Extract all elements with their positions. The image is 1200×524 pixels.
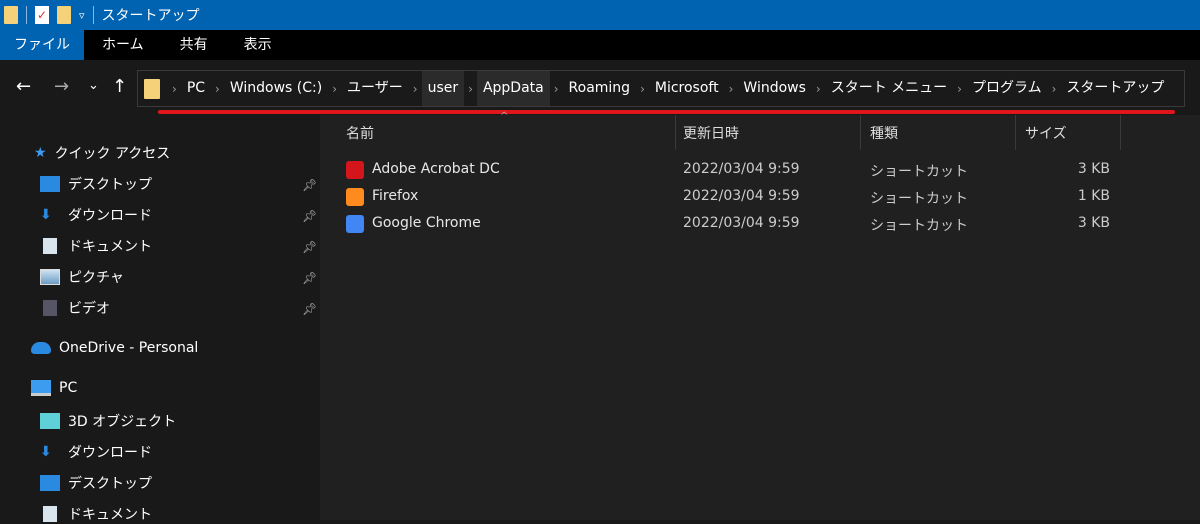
chevron-right-icon[interactable]: ›	[1048, 82, 1061, 96]
chevron-right-icon[interactable]: ›	[328, 82, 341, 96]
chevron-right-icon[interactable]: ›	[953, 82, 966, 96]
back-button[interactable]: ←	[16, 76, 31, 97]
file-size: 1 KB	[1077, 188, 1110, 204]
breadcrumb-user[interactable]: user	[421, 71, 465, 106]
chrome-icon	[346, 215, 364, 233]
breadcrumb-users[interactable]: ユーザー	[341, 71, 409, 106]
address-bar[interactable]: › PC › Windows (C:) › ユーザー › user › AppData ›…	[137, 70, 1185, 107]
sidebar-item-desktop[interactable]: デスクトップ	[40, 174, 152, 194]
pin-icon[interactable]: 📌︎	[302, 271, 317, 285]
column-header-size[interactable]: サイズ	[1025, 123, 1067, 143]
sidebar-pc[interactable]: PC	[31, 380, 77, 396]
file-name: Adobe Acrobat DC	[372, 161, 500, 177]
file-list: ^ 名前 更新日時 種類 サイズ Adobe Acrobat DC 2022/0…	[320, 111, 1200, 520]
chevron-right-icon[interactable]: ›	[168, 82, 181, 96]
window-title: スタートアップ	[101, 8, 200, 24]
breadcrumb-microsoft[interactable]: Microsoft	[649, 71, 725, 106]
file-size: 3 KB	[1077, 215, 1110, 231]
column-divider[interactable]	[860, 115, 861, 150]
breadcrumb-start-menu[interactable]: スタート メニュー	[825, 71, 953, 106]
cube-icon	[40, 413, 60, 429]
new-folder-icon[interactable]	[57, 6, 71, 24]
folder-icon	[4, 6, 18, 24]
download-icon: ⬇	[40, 444, 52, 460]
navigation-pane: ★ クイック アクセス デスクトップ ⬇ ダウンロード ドキュメント ピクチャ ビデ…	[0, 115, 320, 523]
tab-view[interactable]: 表示	[226, 30, 290, 60]
chevron-right-icon[interactable]: ›	[812, 82, 825, 96]
file-type: ショートカット	[870, 218, 968, 234]
sidebar-quick-access[interactable]: ★ クイック アクセス	[34, 143, 170, 163]
sidebar-onedrive[interactable]: OneDrive - Personal	[31, 340, 198, 356]
breadcrumb-programs[interactable]: プログラム	[966, 71, 1048, 106]
firefox-icon	[346, 188, 364, 206]
forward-button[interactable]: →	[54, 76, 69, 97]
chevron-right-icon[interactable]: ›	[211, 82, 224, 96]
column-header-type[interactable]: 種類	[870, 123, 898, 143]
ribbon-tabs: ファイル ホーム 共有 表示	[0, 30, 1200, 60]
acrobat-icon	[346, 161, 364, 179]
file-size: 3 KB	[1077, 161, 1110, 177]
sidebar-item-pictures[interactable]: ピクチャ	[40, 267, 124, 287]
file-row[interactable]: Google Chrome 2022/03/04 9:59 ショートカット 3 …	[320, 211, 1200, 237]
divider	[92, 6, 94, 24]
chevron-right-icon[interactable]: ›	[725, 82, 738, 96]
pin-icon[interactable]: 📌︎	[302, 178, 317, 192]
file-type: ショートカット	[870, 164, 968, 180]
file-modified: 2022/03/04 9:59	[683, 215, 800, 231]
column-divider[interactable]	[1120, 115, 1121, 150]
file-name: Google Chrome	[372, 215, 481, 231]
file-modified: 2022/03/04 9:59	[683, 188, 800, 204]
sidebar-item-pc-documents[interactable]: ドキュメント	[40, 504, 152, 524]
up-button[interactable]: ↑	[112, 76, 127, 97]
sidebar-item-pc-desktop[interactable]: デスクトップ	[40, 473, 152, 493]
column-divider[interactable]	[675, 115, 676, 150]
folder-icon	[144, 78, 160, 99]
chevron-right-icon[interactable]: ›	[409, 82, 422, 96]
pin-icon[interactable]: 📌︎	[302, 209, 317, 223]
file-row[interactable]: Firefox 2022/03/04 9:59 ショートカット 1 KB	[320, 184, 1200, 210]
sidebar-item-videos[interactable]: ビデオ	[40, 298, 110, 318]
column-divider[interactable]	[1015, 115, 1016, 150]
sidebar-item-pc-downloads[interactable]: ⬇ ダウンロード	[40, 442, 152, 462]
tab-home[interactable]: ホーム	[84, 30, 162, 60]
chevron-right-icon[interactable]: ›	[550, 82, 563, 96]
tab-file[interactable]: ファイル	[0, 30, 84, 60]
sidebar-item-documents[interactable]: ドキュメント	[40, 236, 152, 256]
desktop-icon	[40, 475, 60, 491]
file-row[interactable]: Adobe Acrobat DC 2022/03/04 9:59 ショートカット…	[320, 157, 1200, 183]
customize-qat-icon[interactable]: ▿	[79, 9, 85, 22]
computer-icon	[31, 380, 51, 396]
pin-icon[interactable]: 📌︎	[302, 240, 317, 254]
divider	[26, 6, 27, 24]
breadcrumb-windows-c[interactable]: Windows (C:)	[224, 71, 328, 106]
desktop-icon	[40, 176, 60, 192]
breadcrumb-roaming[interactable]: Roaming	[563, 71, 637, 106]
star-icon: ★	[34, 145, 47, 161]
video-icon	[43, 300, 57, 316]
sidebar-item-3d-objects[interactable]: 3D オブジェクト	[40, 411, 176, 431]
file-type: ショートカット	[870, 191, 968, 207]
chevron-right-icon[interactable]: ›	[464, 82, 477, 96]
document-icon	[43, 238, 57, 254]
pictures-icon	[40, 269, 60, 285]
column-header-modified[interactable]: 更新日時	[683, 123, 739, 143]
cloud-icon	[31, 342, 51, 354]
sort-ascending-icon: ^	[500, 111, 509, 122]
highlight-underline	[158, 110, 1175, 114]
breadcrumb-startup[interactable]: スタートアップ	[1060, 71, 1170, 106]
properties-icon[interactable]: ✓	[35, 6, 49, 24]
recent-locations-button[interactable]: ⌄	[88, 78, 99, 93]
download-icon: ⬇	[40, 207, 52, 223]
chevron-right-icon[interactable]: ›	[636, 82, 649, 96]
file-modified: 2022/03/04 9:59	[683, 161, 800, 177]
title-bar: ✓ ▿ スタートアップ	[0, 0, 1200, 30]
sidebar-item-downloads[interactable]: ⬇ ダウンロード	[40, 205, 152, 225]
file-name: Firefox	[372, 188, 419, 204]
breadcrumb-pc[interactable]: PC	[181, 71, 211, 106]
breadcrumb-windows[interactable]: Windows	[737, 71, 812, 106]
column-header-name[interactable]: 名前	[346, 123, 374, 143]
breadcrumb-appdata[interactable]: AppData	[476, 71, 550, 106]
tab-share[interactable]: 共有	[162, 30, 226, 60]
pin-icon[interactable]: 📌︎	[302, 302, 317, 316]
